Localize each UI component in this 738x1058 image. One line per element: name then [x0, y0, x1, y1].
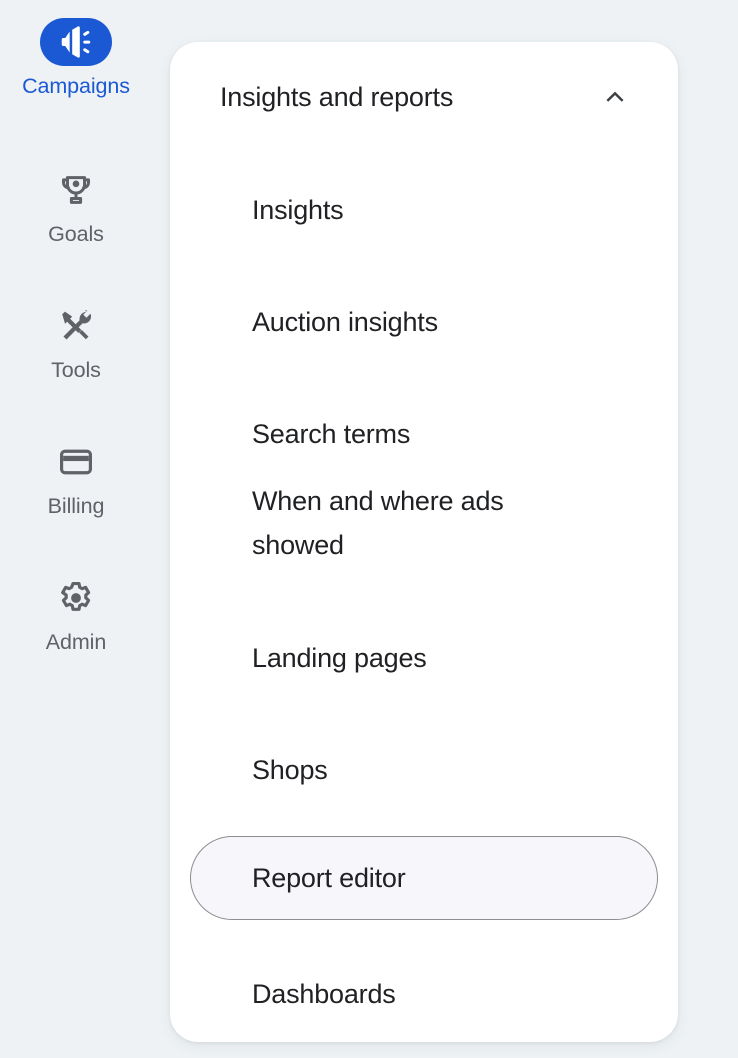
chevron-up-icon[interactable] [598, 80, 632, 114]
nav-item-admin-label: Admin [45, 630, 107, 654]
gear-icon [61, 582, 91, 611]
nav-item-tools-label: Tools [51, 358, 101, 382]
insights-and-reports-panel: Insights and reports Insights Auction in… [170, 42, 678, 1042]
nav-item-campaigns-label: Campaigns [22, 74, 130, 98]
app-root: Campaigns Goals Tools Billing Admin Insi… [0, 0, 738, 1058]
menu-item-shops[interactable]: Shops [190, 745, 658, 795]
trophy-icon-wrap [40, 166, 112, 214]
primary-nav-rail: Campaigns Goals Tools Billing Admin [0, 0, 152, 1058]
campaign-megaphone-icon-wrap [40, 18, 112, 66]
credit-card-icon [60, 449, 92, 475]
menu-item-search-terms[interactable]: Search terms [190, 409, 658, 459]
campaign-megaphone-icon [61, 26, 91, 58]
menu-item-label: Auction insights [252, 307, 438, 337]
credit-card-icon-wrap [40, 438, 112, 486]
menu-item-label: Search terms [252, 419, 411, 449]
nav-item-goals-label: Goals [48, 222, 104, 246]
menu-item-label: Report editor [252, 863, 406, 893]
nav-item-billing-label: Billing [47, 494, 105, 518]
menu-item-landing-pages[interactable]: Landing pages [190, 633, 658, 683]
chevron-up-glyph [606, 91, 624, 102]
menu-item-label: Shops [252, 755, 328, 785]
nav-item-tools[interactable]: Tools [0, 302, 152, 385]
panel-title: Insights and reports [220, 82, 454, 112]
menu-item-label: When and where ads showed [252, 486, 504, 560]
menu-item-insights[interactable]: Insights [190, 185, 658, 235]
hammer-wrench-icon [62, 310, 92, 340]
nav-item-admin[interactable]: Admin [0, 574, 152, 657]
menu-item-auction-insights[interactable]: Auction insights [190, 297, 658, 347]
nav-item-campaigns[interactable]: Campaigns [0, 18, 152, 101]
menu-item-dashboards[interactable]: Dashboards [190, 969, 658, 1019]
menu-item-report-editor[interactable]: Report editor [190, 836, 658, 920]
trophy-icon [61, 176, 91, 204]
menu-item-label: Landing pages [252, 643, 427, 673]
menu-item-label: Dashboards [252, 979, 396, 1009]
menu-item-label: Insights [252, 195, 344, 225]
nav-item-goals[interactable]: Goals [0, 166, 152, 249]
hammer-wrench-icon-wrap [40, 302, 112, 350]
gear-icon-wrap [40, 574, 112, 622]
nav-item-billing[interactable]: Billing [0, 438, 152, 521]
menu-item-when-and-where-ads-showed[interactable]: When and where ads showed [190, 475, 658, 571]
panel-header-insights-and-reports[interactable]: Insights and reports [170, 42, 678, 152]
